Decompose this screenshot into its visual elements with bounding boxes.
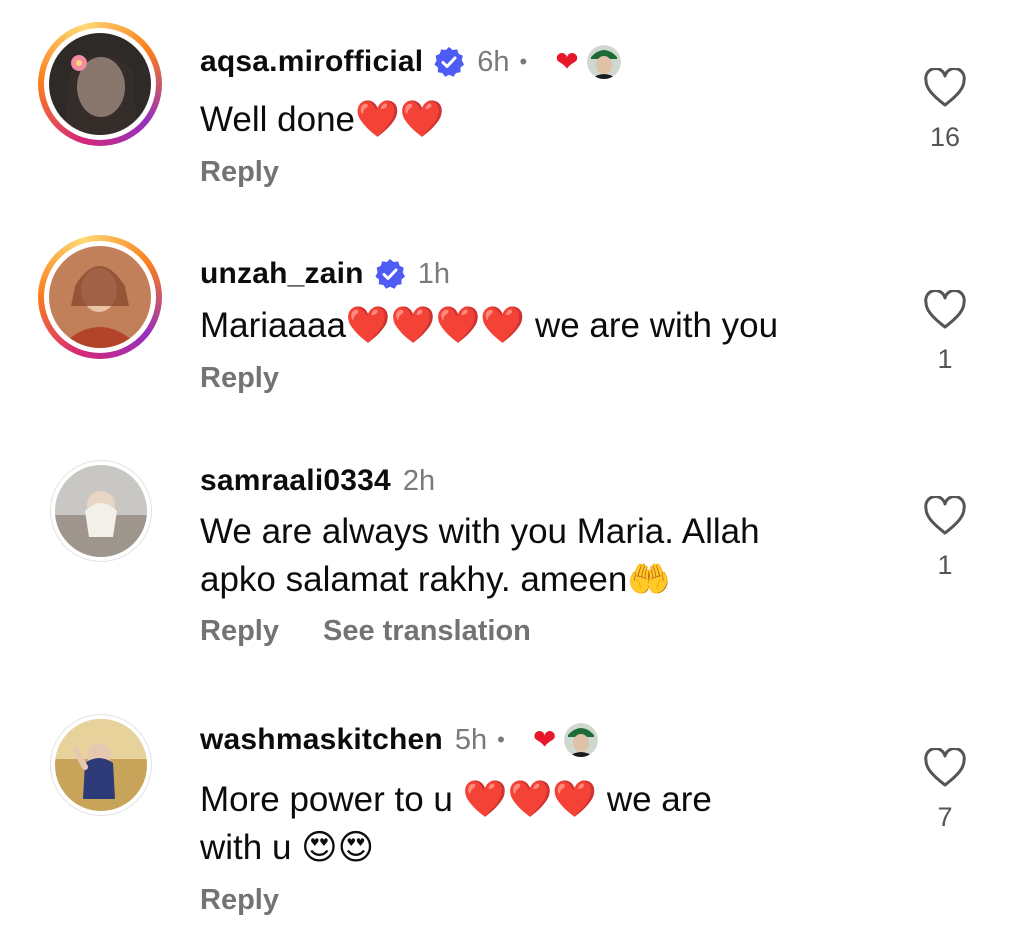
comment-actions: Reply xyxy=(200,358,279,398)
username[interactable]: samraali0334 xyxy=(200,464,391,498)
comment-meta: unzah_zain 1h xyxy=(200,254,450,294)
comment-body-line2: apko salamat rakhy. ameen xyxy=(200,560,628,599)
comment-body-line1: We are always with you Maria. Allah xyxy=(200,512,760,551)
comment-text: Mariaaaa❤️❤️❤️❤️ we are with you xyxy=(200,302,900,350)
avatar-story-ring[interactable] xyxy=(38,22,162,146)
heart-outline-icon[interactable] xyxy=(923,290,967,330)
comment-text: We are always with you Maria. Allah apko… xyxy=(200,508,900,604)
avatar-story-ring[interactable] xyxy=(38,235,162,359)
comment-body-line1-after: we are xyxy=(597,780,712,819)
avatar xyxy=(49,246,151,348)
username[interactable]: aqsa.mirofficial xyxy=(200,45,423,79)
timestamp: 2h xyxy=(402,464,436,497)
reply-button[interactable]: Reply xyxy=(200,615,279,648)
creator-avatar xyxy=(586,45,621,79)
like-column: 1 xyxy=(915,290,975,375)
comment-text: More power to u ❤️❤️❤️ we are with u 😍😍 xyxy=(200,776,900,872)
separator-dot: • xyxy=(519,49,528,74)
verified-badge-icon xyxy=(433,46,465,78)
like-column: 1 xyxy=(915,496,975,581)
red-heart-icon: ❤ xyxy=(555,46,579,77)
heart-eyes-emoji: 😍😍 xyxy=(301,828,375,868)
timestamp: 5h xyxy=(454,723,488,756)
comment-actions: Reply See translation xyxy=(200,611,531,651)
comment-meta: samraali0334 2h xyxy=(200,461,435,501)
avatar xyxy=(49,33,151,135)
heart-emoji: ❤️❤️❤️❤️ xyxy=(345,305,526,346)
like-count: 1 xyxy=(937,344,953,374)
see-translation-button[interactable]: See translation xyxy=(323,615,531,648)
comment-text: Well done❤️❤️ xyxy=(200,96,840,144)
like-count: 16 xyxy=(929,122,961,152)
avatar[interactable] xyxy=(50,714,152,816)
comment-body-line1: More power to u xyxy=(200,780,463,819)
comment-body-after: we are with you xyxy=(525,306,779,345)
red-heart-icon: ❤ xyxy=(532,724,557,755)
comment-meta: washmaskitchen 5h • ❤ xyxy=(200,720,599,760)
separator-dot: • xyxy=(497,727,505,752)
comment-body: Mariaaaa xyxy=(200,306,346,345)
heart-outline-icon[interactable] xyxy=(923,68,967,108)
avatar[interactable] xyxy=(50,460,152,562)
praying-hands-emoji: 🤲 xyxy=(627,560,671,600)
reply-button[interactable]: Reply xyxy=(200,156,279,189)
heart-emoji: ❤️❤️❤️ xyxy=(462,779,598,820)
comment-actions: Reply xyxy=(200,152,279,192)
username[interactable]: unzah_zain xyxy=(200,257,364,291)
like-count: 1 xyxy=(937,550,953,580)
like-column: 16 xyxy=(915,68,975,153)
creator-avatar xyxy=(564,723,599,757)
verified-badge-icon xyxy=(374,258,406,290)
heart-outline-icon[interactable] xyxy=(923,496,967,536)
comment-meta: aqsa.mirofficial 6h • ❤ xyxy=(200,42,621,82)
heart-emoji: ❤️❤️ xyxy=(355,99,445,140)
timestamp: 6h xyxy=(477,45,510,78)
timestamp: 1h xyxy=(417,257,450,290)
comment-actions: Reply xyxy=(200,880,279,920)
like-count: 7 xyxy=(937,802,953,832)
heart-outline-icon[interactable] xyxy=(923,748,967,788)
username[interactable]: washmaskitchen xyxy=(200,723,443,757)
reply-button[interactable]: Reply xyxy=(200,884,279,917)
comment-body: Well done xyxy=(200,100,356,139)
comment-body-line2: with u xyxy=(200,828,302,867)
like-column: 7 xyxy=(915,748,975,833)
reply-button[interactable]: Reply xyxy=(200,362,279,395)
